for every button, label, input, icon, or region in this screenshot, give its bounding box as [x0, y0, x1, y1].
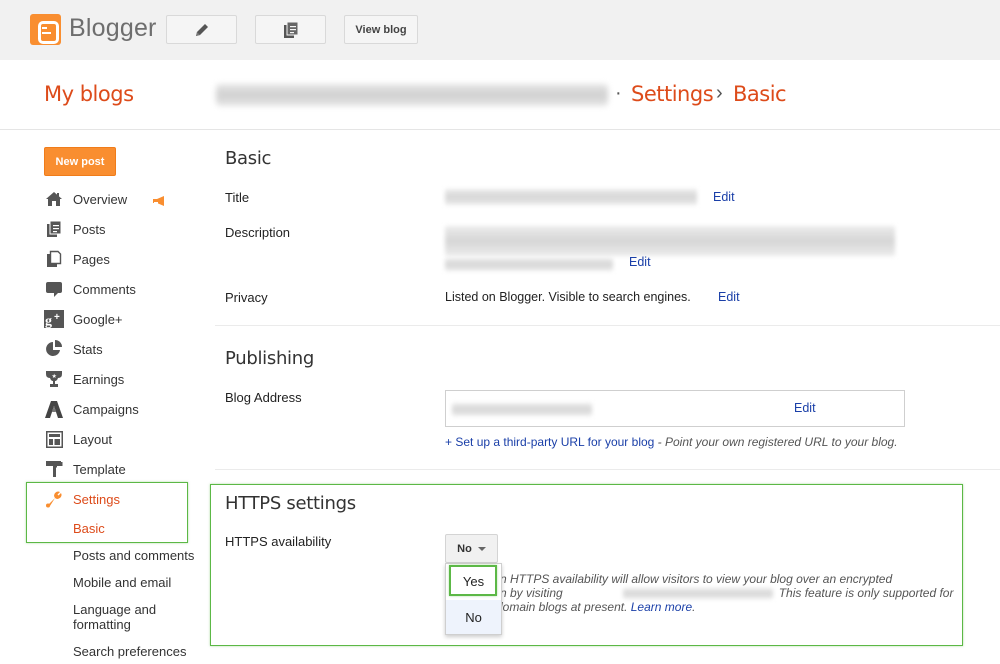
breadcrumb-arrow: ›: [716, 82, 723, 104]
blogger-logo-icon[interactable]: [30, 14, 61, 45]
pages-icon: [44, 249, 64, 269]
description-label: Description: [225, 225, 291, 240]
title-label: Title: [225, 190, 250, 205]
learn-more-link[interactable]: Learn more: [631, 600, 692, 614]
pages-icon: [283, 21, 298, 38]
sidebar-item-label: Pages: [73, 251, 110, 267]
https-highlight-box: [210, 484, 963, 646]
trophy-icon: ★: [44, 369, 64, 389]
sidebar-item-campaigns[interactable]: Campaigns: [44, 397, 139, 421]
title-value-redacted: [445, 189, 697, 205]
sidebar-item-pages[interactable]: Pages: [44, 247, 110, 271]
sidebar-item-label: Campaigns: [73, 401, 139, 417]
google-plus-icon: g +: [44, 309, 64, 329]
new-post-toolbar-button[interactable]: [166, 15, 237, 44]
privacy-value: Listed on Blogger. Visible to search eng…: [445, 290, 691, 304]
https-description-text: n by visiting: [500, 586, 563, 600]
svg-text:g: g: [45, 314, 52, 328]
sidebar-item-comments[interactable]: Comments: [44, 277, 136, 301]
pencil-icon: [195, 23, 208, 36]
sidebar-item-google-plus[interactable]: g + Google+: [44, 307, 123, 331]
dropdown-option-no[interactable]: No: [446, 600, 501, 634]
third-party-url-row: + Set up a third-party URL for your blog…: [445, 435, 898, 449]
description-value-redacted: [445, 226, 895, 256]
view-posts-toolbar-button[interactable]: [255, 15, 326, 44]
new-post-button[interactable]: New post: [44, 147, 116, 176]
yes-option-highlight-box: [449, 565, 497, 596]
sidebar-subitem-posts-and-comments[interactable]: Posts and comments: [73, 548, 194, 563]
view-blog-button[interactable]: View blog: [344, 15, 418, 44]
blog-name-redacted[interactable]: [216, 84, 608, 106]
paint-roller-icon: [44, 459, 64, 479]
section-divider: [215, 469, 1000, 470]
home-icon: [44, 189, 64, 209]
https-description-line1: n HTTPS availability will allow visitors…: [500, 572, 893, 586]
sidebar-item-label: Earnings: [73, 371, 125, 387]
description-edit-link[interactable]: Edit: [629, 255, 651, 269]
https-description-text: lomain blogs at present.: [500, 600, 631, 614]
top-bar: Blogger View blog: [0, 0, 1000, 60]
title-edit-link[interactable]: Edit: [713, 190, 735, 204]
sidebar-item-posts[interactable]: Posts: [44, 217, 106, 241]
third-party-url-description: - Point your own registered URL to your …: [654, 435, 898, 449]
comment-icon: [44, 279, 64, 299]
https-description-line2: n by visiting This feature is only suppor…: [500, 586, 953, 600]
sidebar-item-label: Posts: [73, 221, 106, 237]
breadcrumb-settings[interactable]: Settings: [631, 82, 714, 106]
sidebar-subitem-language-and-formatting[interactable]: Language and formatting: [73, 602, 173, 632]
https-availability-dropdown[interactable]: No: [445, 534, 498, 563]
section-title-publishing: Publishing: [225, 348, 314, 369]
https-description-line3: lomain blogs at present. Learn more.: [500, 600, 910, 614]
https-description: n HTTPS availability will allow visitors…: [500, 572, 953, 614]
blog-address-edit-link[interactable]: Edit: [794, 401, 816, 415]
settings-highlight-box: [26, 482, 188, 543]
sidebar-item-label: Template: [73, 461, 126, 477]
third-party-url-link[interactable]: + Set up a third-party URL for your blog: [445, 435, 654, 449]
description-value-redacted-line2: [445, 258, 613, 271]
section-title-basic: Basic: [225, 148, 272, 169]
blog-address-box: Edit: [445, 390, 905, 427]
sidebar-item-overview[interactable]: Overview: [44, 187, 164, 211]
sidebar-item-stats[interactable]: Stats: [44, 337, 103, 361]
sidebar-item-label: Google+: [73, 311, 123, 327]
https-description-text: This feature is only supported for: [778, 586, 954, 600]
breadcrumb-basic: Basic: [733, 82, 787, 106]
sidebar-item-layout[interactable]: Layout: [44, 427, 112, 451]
svg-text:+: +: [54, 312, 60, 323]
sidebar-item-label: Overview: [73, 191, 128, 207]
sidebar-item-earnings[interactable]: ★ Earnings: [44, 367, 124, 391]
sidebar-subitem-mobile-and-email[interactable]: Mobile and email: [73, 575, 171, 590]
campaigns-icon: [44, 399, 64, 419]
sidebar-item-label: Comments: [73, 281, 136, 297]
sidebar-item-template[interactable]: Template: [44, 457, 126, 481]
sidebar-subitem-search-preferences[interactable]: Search preferences: [73, 644, 186, 659]
svg-text:★: ★: [52, 373, 57, 380]
megaphone-icon: [152, 194, 166, 209]
page-header: My blogs · Settings › Basic: [0, 60, 1000, 130]
my-blogs-link[interactable]: My blogs: [44, 82, 134, 106]
sidebar-item-label: Stats: [73, 341, 103, 357]
blog-url-redacted: [622, 588, 773, 600]
blog-address-label: Blog Address: [225, 390, 302, 405]
breadcrumb-dot: ·: [615, 82, 622, 104]
blog-address-redacted: [452, 403, 592, 416]
privacy-edit-link[interactable]: Edit: [718, 290, 740, 304]
brand-name[interactable]: Blogger: [69, 14, 157, 43]
https-description-text: .: [692, 600, 696, 614]
posts-icon: [44, 219, 64, 239]
sidebar-item-label: Layout: [73, 431, 113, 447]
layout-icon: [44, 429, 64, 449]
dropdown-selected-value: No: [457, 542, 472, 555]
section-divider: [215, 325, 1000, 326]
pie-chart-icon: [44, 339, 64, 359]
privacy-label: Privacy: [225, 290, 268, 305]
chevron-down-icon: [477, 546, 486, 551]
